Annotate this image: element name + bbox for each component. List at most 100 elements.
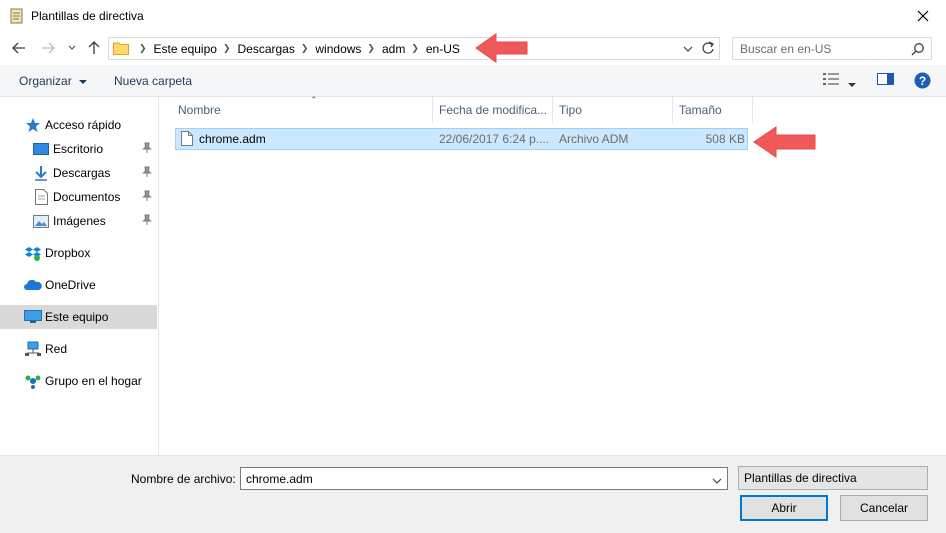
search-icon[interactable] [911, 42, 925, 59]
sidebar-item-label: Descargas [53, 166, 111, 180]
filename-dropdown-button[interactable] [712, 474, 722, 488]
chevron-right-icon[interactable]: ❯ [411, 43, 419, 54]
computer-icon [24, 309, 42, 325]
onedrive-icon [24, 277, 42, 293]
column-header-name[interactable]: Nombre ⌃ [172, 95, 433, 123]
navigation-bar: ❯ Este equipo ❯ Descargas ❯ windows ❯ ad… [0, 33, 946, 63]
pin-icon[interactable] [142, 142, 152, 157]
sidebar-item-label: OneDrive [45, 278, 96, 292]
column-header-size[interactable]: Tamaño [673, 97, 753, 123]
sidebar-item-label: Grupo en el hogar [45, 374, 142, 388]
filename-input[interactable]: chrome.adm [240, 467, 728, 490]
sidebar-item-documents[interactable]: Documentos [32, 185, 158, 209]
forward-button[interactable] [39, 39, 57, 57]
column-header-modified[interactable]: Fecha de modifica... [433, 97, 553, 123]
navigation-pane: Acceso rápido Escritorio Descargas Docum… [0, 97, 159, 455]
sidebar-item-label: Este equipo [45, 310, 109, 324]
details-view-icon [823, 73, 839, 85]
file-icon [181, 131, 193, 149]
filename-value: chrome.adm [246, 472, 313, 486]
address-dropdown-button[interactable] [683, 42, 693, 56]
sidebar-item-label: Documentos [53, 190, 121, 204]
file-size: 508 KB [705, 132, 745, 146]
file-list-view: Nombre ⌃ Fecha de modifica... Tipo Tamañ… [160, 95, 946, 455]
chevron-right-icon[interactable]: ❯ [367, 43, 375, 54]
sidebar-item-label: Escritorio [53, 142, 104, 156]
arrow-left-icon [12, 42, 25, 54]
caret-down-icon [848, 83, 856, 87]
address-bar[interactable]: ❯ Este equipo ❯ Descargas ❯ windows ❯ ad… [108, 37, 720, 60]
new-folder-button[interactable]: Nueva carpeta [114, 74, 192, 88]
dropbox-icon [24, 245, 42, 261]
svg-text:?: ? [919, 74, 926, 88]
recent-locations-button[interactable] [63, 39, 81, 57]
column-header-label: Tamaño [679, 103, 722, 117]
pin-icon[interactable] [142, 214, 152, 229]
policy-file-icon [10, 8, 24, 24]
preview-pane-button[interactable] [877, 72, 894, 89]
column-header-type[interactable]: Tipo [553, 97, 673, 123]
sort-ascending-icon: ⌃ [310, 95, 318, 105]
desktop-icon [32, 141, 50, 157]
preview-pane-icon [877, 73, 894, 85]
annotation-arrow-icon [475, 33, 528, 63]
help-icon: ? [914, 72, 931, 89]
breadcrumb: ❯ Este equipo ❯ Descargas ❯ windows ❯ ad… [133, 38, 460, 59]
sidebar-item-onedrive[interactable]: OneDrive [24, 273, 96, 297]
column-header-label: Tipo [559, 103, 582, 117]
search-input[interactable]: Buscar en en-US [732, 37, 932, 60]
sidebar-item-pictures[interactable]: Imágenes [32, 209, 158, 233]
chevron-right-icon[interactable]: ❯ [139, 43, 147, 54]
sidebar-item-homegroup[interactable]: Grupo en el hogar [24, 369, 142, 393]
column-header-label: Fecha de modifica... [439, 103, 548, 117]
sidebar-item-this-pc[interactable]: Este equipo [0, 305, 157, 329]
breadcrumb-item[interactable]: Descargas [237, 42, 294, 56]
caret-down-icon [79, 80, 88, 84]
sidebar-item-label: Red [45, 342, 68, 356]
command-bar: Organizar Nueva carpeta ? [0, 65, 946, 97]
breadcrumb-item[interactable]: windows [315, 42, 361, 56]
organize-label: Organizar [19, 74, 72, 88]
help-button[interactable]: ? [914, 72, 931, 92]
pin-icon[interactable] [142, 166, 152, 181]
sidebar-item-downloads[interactable]: Descargas [32, 161, 158, 185]
change-view-button[interactable] [822, 72, 840, 89]
star-icon [24, 117, 42, 133]
filetype-select[interactable]: Plantillas de directiva [738, 466, 928, 490]
breadcrumb-item[interactable]: en-US [426, 42, 460, 56]
chevron-down-icon [68, 45, 76, 50]
sidebar-item-label: Dropbox [45, 246, 91, 260]
refresh-icon [702, 41, 714, 54]
sidebar-item-dropbox[interactable]: Dropbox [24, 241, 90, 265]
pin-icon[interactable] [142, 190, 152, 205]
close-button[interactable] [900, 0, 946, 31]
sidebar-item-network[interactable]: Red [24, 337, 67, 361]
dialog-footer: Nombre de archivo: chrome.adm Plantillas… [0, 455, 946, 533]
folder-icon [113, 41, 129, 55]
sidebar-item-quick-access[interactable]: Acceso rápido [24, 113, 121, 137]
cancel-button[interactable]: Cancelar [840, 495, 928, 521]
chevron-down-icon [683, 46, 693, 52]
breadcrumb-item[interactable]: adm [382, 42, 405, 56]
filetype-value: Plantillas de directiva [744, 471, 857, 485]
breadcrumb-item[interactable]: Este equipo [154, 42, 217, 56]
organize-button[interactable]: Organizar [19, 74, 88, 88]
filename-label: Nombre de archivo: [131, 472, 236, 486]
back-button[interactable] [10, 39, 28, 57]
view-options-dropdown[interactable] [848, 77, 856, 91]
chevron-right-icon[interactable]: ❯ [301, 43, 309, 54]
arrow-right-icon [42, 42, 55, 54]
sidebar-item-label: Imágenes [53, 214, 106, 228]
sidebar-item-desktop[interactable]: Escritorio [32, 137, 158, 161]
close-icon [917, 10, 929, 21]
table-row[interactable]: chrome.adm 22/06/2017 6:24 p.... Archivo… [175, 128, 748, 150]
network-icon [24, 341, 42, 357]
file-type: Archivo ADM [559, 132, 629, 146]
file-modified: 22/06/2017 6:24 p.... [439, 132, 550, 146]
open-button[interactable]: Abrir [740, 495, 828, 521]
up-button[interactable] [85, 39, 103, 57]
chevron-right-icon[interactable]: ❯ [223, 43, 231, 54]
homegroup-icon [24, 373, 42, 389]
window-title: Plantillas de directiva [31, 9, 144, 23]
refresh-button[interactable] [701, 40, 715, 59]
